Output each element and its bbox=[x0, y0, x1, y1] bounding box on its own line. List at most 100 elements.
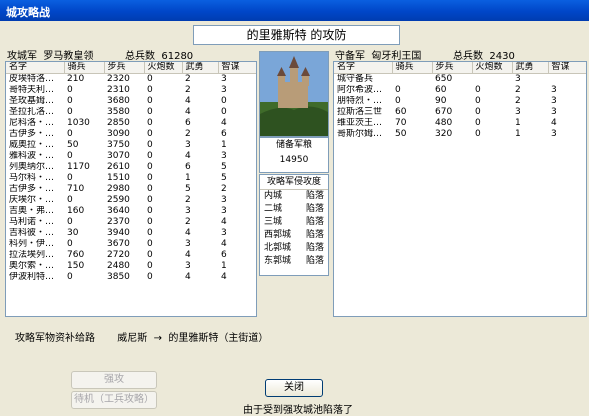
table-cell: 3 bbox=[185, 206, 191, 216]
column-header[interactable]: 武勇 bbox=[512, 62, 549, 74]
table-cell: 列奥纳尔… bbox=[9, 162, 55, 172]
column-header[interactable]: 名字 bbox=[334, 62, 393, 74]
invasion-row: 三城 陷落 bbox=[260, 216, 328, 229]
invasion-panel: 攻略军侵攻度 内城 陷落 二城 陷落 三城 陷落 西郭城 陷落 北郭城 陷落 东郭城 陷落 bbox=[259, 174, 329, 276]
table-cell: 0 bbox=[147, 173, 153, 183]
table-cell: 2 bbox=[515, 96, 521, 106]
table-row[interactable]: 马尔科・… 0 1510 0 1 5 bbox=[6, 173, 256, 184]
table-row[interactable]: 科列・伊… 0 3670 0 3 4 bbox=[6, 239, 256, 250]
table-cell: 0 bbox=[475, 129, 481, 139]
table-row[interactable]: 朋特烈・… 0 90 0 2 3 bbox=[334, 96, 586, 107]
column-header[interactable]: 智谋 bbox=[548, 62, 586, 74]
column-header[interactable]: 步兵 bbox=[432, 62, 473, 74]
table-cell: 3670 bbox=[107, 239, 130, 249]
column-header[interactable]: 骑兵 bbox=[392, 62, 433, 74]
invasion-row: 北郭城 陷落 bbox=[260, 242, 328, 255]
table-row[interactable]: 阿尔希波… 0 60 0 2 3 bbox=[334, 85, 586, 96]
table-row[interactable]: 雅科波・… 0 3070 0 4 3 bbox=[6, 151, 256, 162]
column-header[interactable]: 骑兵 bbox=[64, 62, 105, 74]
invasion-place: 东郭城 bbox=[264, 256, 292, 266]
table-cell: 2850 bbox=[107, 118, 130, 128]
table-row[interactable]: 庆埃尔・… 0 2590 0 2 3 bbox=[6, 195, 256, 206]
table-cell: 0 bbox=[475, 107, 481, 117]
table-cell: 3 bbox=[221, 151, 227, 161]
table-row[interactable]: 城守备兵 650 3 bbox=[334, 74, 586, 86]
wait-button[interactable]: 待机（工兵攻略） bbox=[71, 391, 157, 409]
column-header[interactable]: 火炮数 bbox=[144, 62, 183, 74]
table-cell: 50 bbox=[395, 129, 407, 139]
table-cell: 0 bbox=[67, 217, 73, 227]
table-cell: 古伊多・… bbox=[9, 129, 55, 139]
table-cell: 0 bbox=[67, 272, 73, 282]
table-cell: 3 bbox=[551, 96, 557, 106]
table-row[interactable]: 马利诺・… 0 2370 0 2 4 bbox=[6, 217, 256, 228]
table-row[interactable]: 维亚茨王… 70 480 0 1 4 bbox=[334, 118, 586, 129]
table-cell: 4 bbox=[185, 250, 191, 260]
table-cell: 3 bbox=[551, 129, 557, 139]
table-row[interactable]: 皮埃特洛… 210 2320 0 2 3 bbox=[6, 74, 256, 86]
table-row[interactable]: 吉奥・弗… 160 3640 0 3 3 bbox=[6, 206, 256, 217]
column-header[interactable]: 火炮数 bbox=[472, 62, 513, 74]
table-cell: 哥斯尔姆… bbox=[337, 129, 383, 139]
table-cell: 2 bbox=[185, 85, 191, 95]
table-cell: 0 bbox=[147, 184, 153, 194]
table-row[interactable]: 拉法埃列… 760 2720 0 4 6 bbox=[6, 250, 256, 261]
invasion-status: 陷落 bbox=[305, 204, 324, 214]
table-row[interactable]: 拉斯洛三世 60 670 0 3 3 bbox=[334, 107, 586, 118]
table-cell: 4 bbox=[221, 272, 227, 282]
table-cell: 3 bbox=[221, 85, 227, 95]
column-header[interactable]: 智谋 bbox=[218, 62, 256, 74]
table-cell: 0 bbox=[147, 96, 153, 106]
table-cell: 760 bbox=[67, 250, 85, 260]
table-cell: 210 bbox=[67, 74, 85, 84]
supply-from: 威尼斯 bbox=[117, 333, 148, 344]
table-cell: 480 bbox=[435, 118, 453, 128]
table-row[interactable]: 哥斯尔姆… 50 320 0 1 3 bbox=[334, 129, 586, 140]
table-cell: 2980 bbox=[107, 184, 130, 194]
table-row[interactable]: 圣拉扎洛… 0 3580 0 4 0 bbox=[6, 107, 256, 118]
table-cell: 2 bbox=[221, 184, 227, 194]
table-row[interactable]: 尼科洛・… 1030 2850 0 6 4 bbox=[6, 118, 256, 129]
column-header[interactable]: 名字 bbox=[6, 62, 65, 74]
table-row[interactable]: 古伊多・… 0 3090 0 2 6 bbox=[6, 129, 256, 140]
column-header[interactable]: 步兵 bbox=[104, 62, 145, 74]
table-row[interactable]: 伊波利特… 0 3850 0 4 4 bbox=[6, 272, 256, 283]
defender-header: 守备军 匈牙利王国 bbox=[335, 47, 421, 62]
table-row[interactable]: 圣玫基姆… 0 3680 0 4 0 bbox=[6, 96, 256, 107]
attacker-list[interactable]: 名字 骑兵 步兵 火炮数 武勇 智谋 皮埃特洛… 210 2320 0 2 3 哥特夫利… 0 2310 0… bbox=[5, 61, 257, 317]
table-row[interactable]: 哥特夫利… 0 2310 0 2 3 bbox=[6, 85, 256, 96]
table-cell: 0 bbox=[147, 118, 153, 128]
close-button[interactable]: 关闭 bbox=[265, 379, 323, 397]
table-cell: 4 bbox=[221, 217, 227, 227]
table-cell: 古伊多・… bbox=[9, 184, 55, 194]
table-row[interactable]: 奥尔索・… 150 2480 0 3 1 bbox=[6, 261, 256, 272]
table-row[interactable]: 古伊多・… 710 2980 0 5 2 bbox=[6, 184, 256, 195]
table-cell: 3 bbox=[221, 228, 227, 238]
table-cell: 650 bbox=[435, 74, 453, 84]
table-cell: 4 bbox=[551, 118, 557, 128]
table-cell: 2720 bbox=[107, 250, 130, 260]
table-cell: 0 bbox=[147, 228, 153, 238]
invasion-status: 陷落 bbox=[305, 230, 324, 240]
table-cell: 0 bbox=[147, 129, 153, 139]
table-cell: 0 bbox=[395, 85, 401, 95]
table-row[interactable]: 吉科彼・… 30 3940 0 4 3 bbox=[6, 228, 256, 239]
table-cell: 拉斯洛三世 bbox=[337, 107, 383, 117]
table-cell: 160 bbox=[67, 206, 85, 216]
table-cell: 3 bbox=[551, 85, 557, 95]
table-cell: 2310 bbox=[107, 85, 130, 95]
table-row[interactable]: 列奥纳尔… 1170 2610 0 6 5 bbox=[6, 162, 256, 173]
table-cell: 奥尔索・… bbox=[9, 261, 55, 271]
defender-list[interactable]: 名字 骑兵 步兵 火炮数 武勇 智谋 城守备兵 650 3 阿尔希波… 0 60 0 2 3 朋特烈・… 0 9… bbox=[333, 61, 587, 317]
invasion-place: 北郭城 bbox=[264, 243, 292, 253]
table-cell: 60 bbox=[435, 85, 447, 95]
table-cell: 3 bbox=[221, 206, 227, 216]
table-cell bbox=[392, 74, 432, 86]
table-cell: 6 bbox=[221, 129, 227, 139]
table-row[interactable]: 威奥拉・… 50 3750 0 3 1 bbox=[6, 140, 256, 151]
reserve-label: 储备军粮 bbox=[275, 140, 312, 150]
table-cell: 2320 bbox=[107, 74, 130, 84]
column-header[interactable]: 武勇 bbox=[182, 62, 219, 74]
attack-button[interactable]: 强攻 bbox=[71, 371, 157, 389]
table-cell: 3580 bbox=[107, 107, 130, 117]
